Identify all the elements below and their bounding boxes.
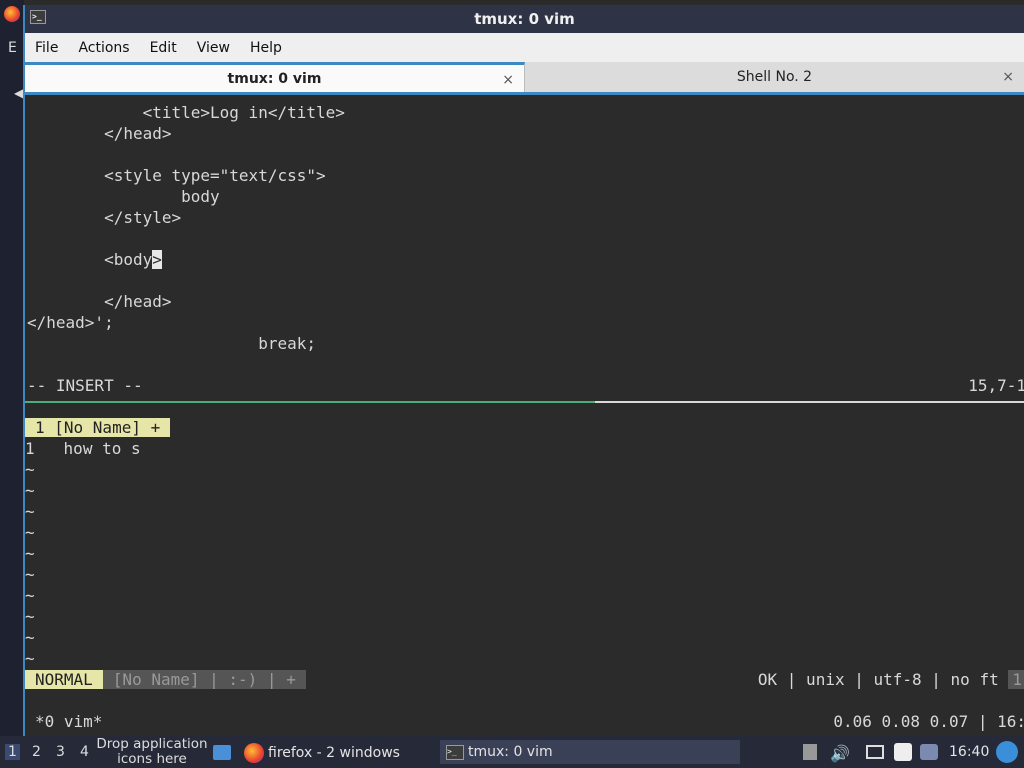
tmux-window-list[interactable]: *0 vim* — [35, 711, 102, 732]
tab-label: Shell No. 2 — [736, 69, 813, 85]
line-number: 1 — [25, 439, 35, 458]
file-info: OK | unix | utf-8 | no ft — [757, 670, 999, 689]
code-line: body — [27, 187, 220, 206]
code-line: </head> — [27, 124, 172, 143]
network-icon[interactable] — [866, 745, 884, 759]
empty-line: ~ — [25, 460, 35, 479]
title-bar[interactable]: >_ tmux: 0 vim — [25, 5, 1024, 33]
workspace-4[interactable]: 4 — [80, 744, 89, 760]
clock[interactable]: 16:40 — [949, 744, 989, 760]
terminal-window: >_ tmux: 0 vim File Actions Edit View He… — [23, 5, 1024, 736]
taskbar-label: tmux: 0 vim — [468, 744, 553, 760]
terminal-icon: >_ — [446, 744, 464, 760]
menu-file[interactable]: File — [35, 40, 58, 56]
code-line: </head> — [27, 292, 172, 311]
tab-bar: tmux: 0 vim × Shell No. 2 × — [25, 62, 1024, 95]
empty-line: ~ — [25, 523, 35, 542]
code-line: </head>'; — [27, 313, 114, 332]
tmux-status-right: 0.06 0.08 0.07 | 16: — [833, 712, 1024, 731]
close-icon[interactable]: × — [1002, 69, 1014, 85]
firefox-icon — [244, 743, 264, 763]
workspace-3[interactable]: 3 — [56, 744, 65, 760]
code-line: 1 how to s — [25, 438, 141, 459]
desktop-letter: E — [8, 40, 17, 56]
empty-line: ~ — [25, 502, 35, 521]
workspace-1[interactable]: 1 — [5, 744, 20, 760]
cursor-position: 15,7-1 — [968, 376, 1024, 395]
text-cursor: > — [152, 250, 162, 269]
code-text: <body — [27, 250, 153, 269]
taskbar-firefox[interactable]: firefox - 2 windows — [244, 743, 400, 763]
taskbar-tmux[interactable]: >_ tmux: 0 vim — [440, 740, 740, 764]
menu-view[interactable]: View — [197, 40, 230, 56]
active-pane-indicator — [25, 401, 595, 403]
menu-help[interactable]: Help — [250, 40, 282, 56]
workspace-2[interactable]: 2 — [32, 744, 41, 760]
menu-logo-icon[interactable] — [996, 741, 1018, 763]
buffer-name: [No Name] | :-) | + — [102, 670, 306, 689]
desktop-left-strip: E ◀ — [0, 0, 24, 736]
mode-indicator: NORMAL — [25, 670, 103, 689]
terminal-content[interactable]: <title>Log in</title> </head> <style typ… — [25, 100, 1024, 736]
empty-line: ~ — [25, 628, 35, 647]
line-indicator: 1 — [1008, 670, 1024, 689]
empty-line: ~ — [25, 586, 35, 605]
tab-tmux-vim[interactable]: tmux: 0 vim × — [25, 62, 525, 92]
empty-line: ~ — [25, 544, 35, 563]
code-line: <style type="text/css"> — [27, 166, 326, 185]
empty-line: ~ — [25, 565, 35, 584]
empty-line: ~ — [25, 607, 35, 626]
code-line-cursor: <body> — [27, 249, 162, 270]
code-line: <title>Log in</title> — [27, 103, 345, 122]
volume-icon[interactable]: 🔊 — [830, 744, 850, 763]
arrow-left-icon[interactable]: ◀ — [14, 86, 23, 100]
tab-label: tmux: 0 vim — [227, 70, 322, 87]
vim-mode: -- INSERT -- — [27, 376, 143, 395]
firefox-icon[interactable] — [4, 6, 20, 22]
taskbar-label: firefox - 2 windows — [268, 745, 400, 761]
notification-icon[interactable] — [920, 744, 938, 760]
clipboard-icon[interactable] — [803, 744, 817, 760]
code-line: </style> — [27, 208, 182, 227]
tab-shell-2[interactable]: Shell No. 2 × — [525, 62, 1024, 92]
terminal-icon: >_ — [30, 10, 46, 24]
vim-statusline-right: OK | unix | utf-8 | no ft 1 — [758, 669, 1024, 690]
line-text: how to s — [63, 439, 141, 458]
empty-line: ~ — [25, 481, 35, 500]
empty-line: ~ — [25, 649, 35, 668]
close-icon[interactable]: × — [502, 72, 514, 88]
quicklaunch-drop-zone[interactable]: Drop application icons here — [96, 737, 208, 767]
pane-divider[interactable] — [25, 401, 1024, 403]
taskbar: 1 2 3 4 Drop application icons here fire… — [0, 736, 1024, 768]
vim-statusline: NORMAL [No Name] | :-) | + — [25, 669, 306, 690]
menu-edit[interactable]: Edit — [150, 40, 177, 56]
show-desktop-icon[interactable] — [213, 745, 231, 760]
battery-icon[interactable] — [894, 743, 912, 761]
window-title: tmux: 0 vim — [474, 10, 575, 28]
menu-actions[interactable]: Actions — [78, 40, 129, 56]
buffer-tab[interactable]: 1 [No Name] + — [25, 418, 171, 437]
code-line: break; — [27, 334, 316, 353]
menu-bar: File Actions Edit View Help — [25, 33, 1024, 62]
buffer-tabline: 1 [No Name] + — [25, 417, 171, 438]
